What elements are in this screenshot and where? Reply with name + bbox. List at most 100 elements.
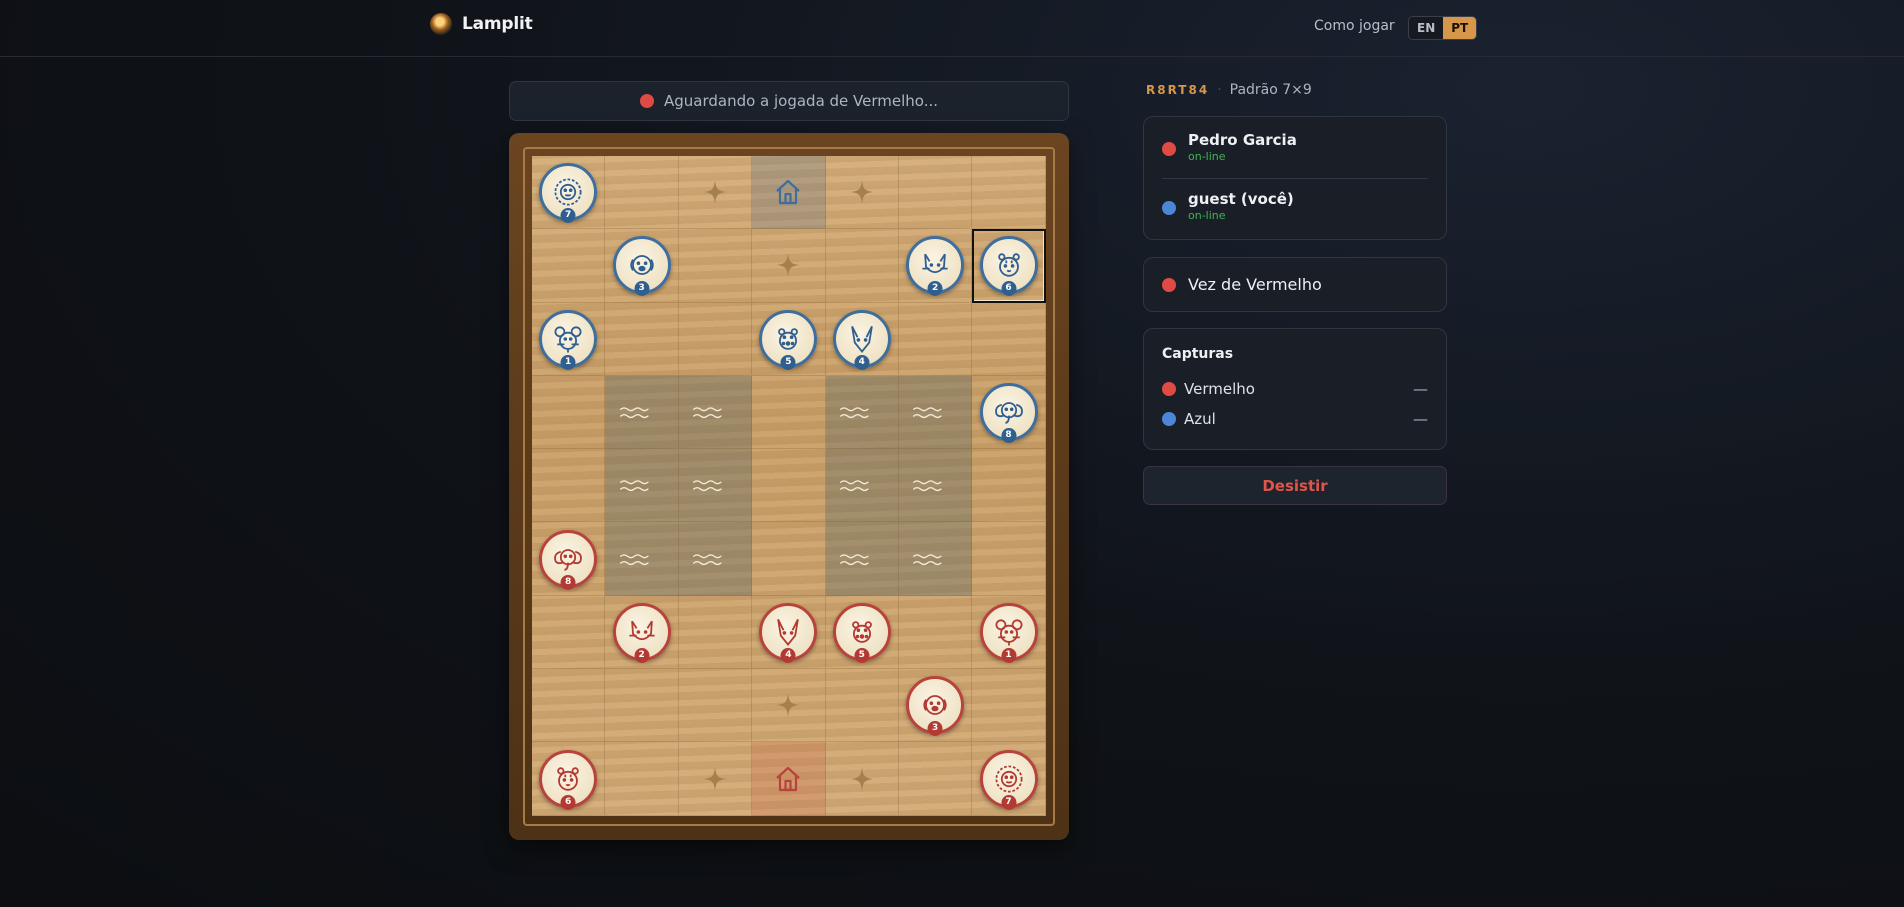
board-cell[interactable] [752,669,826,743]
how-to-play-link[interactable]: Como jogar [1314,18,1395,34]
board-cell[interactable] [532,595,606,670]
elephant-icon [991,394,1027,430]
board-cell[interactable]: 6 [532,742,606,816]
board-cell[interactable] [898,742,973,816]
board-cell[interactable] [605,449,679,523]
board-cell[interactable] [678,449,753,523]
red-dog-piece[interactable]: 3 [906,676,965,737]
board-cell[interactable] [898,595,973,670]
rat-icon [550,321,586,357]
brand-name: Lamplit [462,14,533,34]
dog-icon [917,687,953,723]
piece-rank: 4 [854,354,870,370]
lang-pt-button[interactable]: PT [1443,17,1477,39]
red-leopard-piece[interactable]: 5 [832,602,891,663]
status-text: Aguardando a jogada de Vermelho... [663,92,939,110]
board-cell[interactable]: 8 [972,375,1046,450]
board-cell[interactable] [752,449,826,523]
board-cell[interactable]: 2 [605,595,679,670]
board-cell[interactable] [898,156,973,230]
red-den-icon [773,762,803,796]
board-cell[interactable]: 8 [532,522,606,596]
board-cell[interactable] [678,595,753,670]
board-cell[interactable] [605,375,679,450]
blue-dog-piece[interactable]: 3 [612,236,671,297]
piece-rank: 3 [927,721,943,737]
lion-icon [991,761,1027,797]
board-cell[interactable] [898,302,973,376]
board-cell[interactable]: 1 [532,302,606,376]
blue-elephant-piece[interactable]: 8 [979,383,1038,444]
board-cell[interactable] [972,449,1046,523]
water-icon [691,468,739,502]
board-cell[interactable]: 4 [752,595,826,670]
board-cell[interactable] [972,302,1046,376]
board-cell[interactable] [678,375,753,450]
board-cell[interactable] [678,302,753,376]
board-cell[interactable] [605,669,679,743]
board-cell[interactable] [752,522,826,596]
resign-button[interactable]: Desistir [1143,466,1447,505]
board-cell[interactable] [752,742,826,816]
board-cell[interactable] [825,375,899,450]
red-lion-piece[interactable]: 7 [979,749,1038,810]
board-cell[interactable] [825,522,899,596]
board-cell[interactable] [825,669,899,743]
board-cell[interactable] [898,375,973,450]
red-tiger-piece[interactable]: 6 [539,749,598,810]
board-cell[interactable] [532,669,606,743]
board-cell[interactable]: 3 [898,669,973,743]
board-cell[interactable] [678,156,753,230]
board-cell[interactable] [898,522,973,596]
board-cell[interactable] [532,449,606,523]
board-cell[interactable] [825,449,899,523]
board-cell[interactable] [678,522,753,596]
blue-rat-piece[interactable]: 1 [539,309,598,370]
board-cell[interactable] [678,669,753,743]
blue-player-dot-icon [1162,201,1176,215]
board-cell[interactable]: 4 [825,302,899,376]
board-cell[interactable] [972,156,1046,230]
board-cell[interactable] [532,375,606,450]
brand[interactable]: Lamplit [430,13,533,35]
board-cell[interactable] [972,522,1046,596]
blue-wolf-piece[interactable]: 4 [832,309,891,370]
blue-cat-piece[interactable]: 2 [906,236,965,297]
red-elephant-piece[interactable]: 8 [539,529,598,590]
blue-leopard-piece[interactable]: 5 [759,309,818,370]
board-cell[interactable] [678,229,753,303]
lang-en-button[interactable]: EN [1409,17,1444,39]
board-cell[interactable] [752,156,826,230]
board-cell[interactable] [605,522,679,596]
board-cell[interactable] [825,229,899,303]
board-cell[interactable] [532,229,606,303]
board-cell[interactable] [752,375,826,450]
blue-tiger-piece[interactable]: 6 [979,236,1038,297]
board-cell[interactable]: 1 [972,595,1046,670]
board-cell[interactable] [898,449,973,523]
elephant-icon [550,541,586,577]
red-cat-piece[interactable]: 2 [612,602,671,663]
board-cell[interactable]: 5 [752,302,826,376]
board-cell[interactable]: 5 [825,595,899,670]
red-wolf-piece[interactable]: 4 [759,602,818,663]
board-cell[interactable] [605,156,679,230]
board-cell[interactable]: 2 [898,229,973,303]
board-cell[interactable] [605,302,679,376]
board-cell[interactable] [678,742,753,816]
top-bar: Lamplit Como jogar EN PT [0,0,1904,57]
board-cell[interactable]: 6 [972,229,1046,303]
board-cell[interactable] [752,229,826,303]
board-cell[interactable] [972,669,1046,743]
board-cell[interactable] [825,156,899,230]
board-cell[interactable]: 3 [605,229,679,303]
cat-icon [917,247,953,283]
board-cell[interactable] [605,742,679,816]
board-cell[interactable]: 7 [972,742,1046,816]
player-red: Pedro Garcia on-line [1162,131,1297,163]
board-cell[interactable] [825,742,899,816]
board-cell[interactable]: 7 [532,156,606,230]
blue-lion-piece[interactable]: 7 [539,163,598,224]
red-turn-dot-icon [639,94,654,108]
red-rat-piece[interactable]: 1 [979,602,1038,663]
